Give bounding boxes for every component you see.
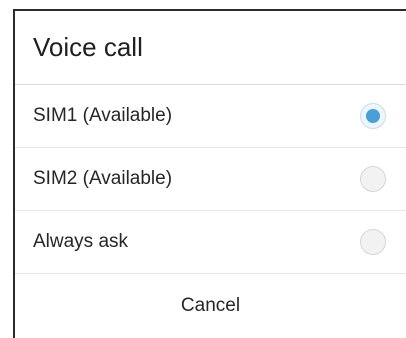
option-sim1[interactable]: SIM1 (Available) <box>15 85 406 148</box>
radio-unselected-icon[interactable] <box>360 166 386 192</box>
option-always-ask[interactable]: Always ask <box>15 211 406 274</box>
option-label: Always ask <box>33 231 129 252</box>
radio-dot <box>366 109 380 123</box>
radio-unselected-icon[interactable] <box>360 229 386 255</box>
dialog-title: Voice call <box>15 11 406 85</box>
option-sim2[interactable]: SIM2 (Available) <box>15 148 406 211</box>
option-label: SIM2 (Available) <box>33 168 173 189</box>
option-label: SIM1 (Available) <box>33 105 173 126</box>
cancel-button[interactable]: Cancel <box>15 274 406 338</box>
radio-selected-icon[interactable] <box>360 103 386 129</box>
voice-call-dialog: Voice call SIM1 (Available) SIM2 (Availa… <box>13 9 406 338</box>
